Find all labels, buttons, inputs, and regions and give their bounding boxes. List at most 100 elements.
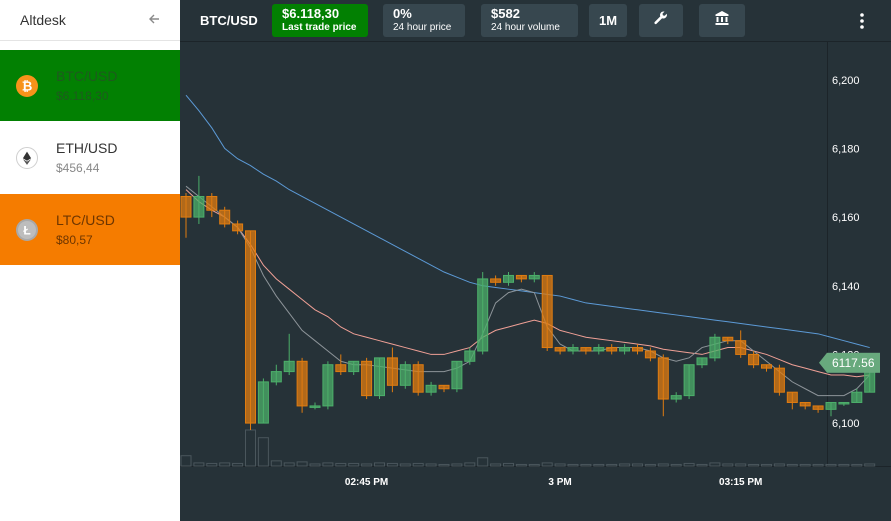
candle-body	[399, 364, 411, 386]
last-trade-price-value: $6.118,30	[282, 6, 340, 21]
volume-label: 24 hour volume	[491, 22, 560, 33]
candle-body	[786, 391, 798, 403]
volume-value: $582	[491, 6, 520, 21]
candle-body	[799, 401, 811, 407]
wrench-icon	[653, 10, 669, 31]
candle-body	[438, 384, 450, 390]
candle-body	[257, 381, 269, 424]
candle-body	[180, 195, 192, 218]
candle-body	[644, 350, 656, 359]
candle-body	[232, 223, 244, 232]
sidebar-item-price: $80,57	[56, 233, 93, 247]
candle-body	[580, 347, 592, 352]
chart-canvas[interactable]: 6,2006,1806,1606,1406,1206,10002:45 PM3 …	[180, 42, 891, 521]
candle-body	[219, 209, 231, 225]
sidebar-item-eth[interactable]: ETH/USD $456,44	[0, 122, 180, 193]
candle-body	[812, 405, 824, 410]
candle-body	[322, 364, 334, 407]
more-vertical-icon[interactable]	[852, 10, 872, 32]
sidebar-item-price: $456,44	[56, 161, 100, 175]
bitcoin-icon: ₿	[16, 74, 38, 97]
candle-body	[270, 371, 282, 383]
litecoin-icon: Ł	[16, 218, 38, 241]
price-change-value: 0%	[393, 6, 412, 21]
svg-text:Ł: Ł	[23, 223, 30, 237]
candle-body	[696, 357, 708, 366]
pair-title: BTC/USD	[200, 13, 258, 28]
candle-body	[761, 364, 772, 369]
app-window: Altdesk ₿ BTC/USD $6.118,30 ETH/USD $456…	[0, 0, 891, 521]
volume-box: $582 24 hour volume	[481, 4, 578, 37]
sidebar-item-price: $6.118,30	[56, 89, 109, 103]
y-tick-label: 6,180	[832, 143, 860, 155]
candle-body	[335, 364, 347, 373]
candle-body	[283, 360, 295, 373]
candle-body	[709, 336, 721, 359]
current-price-label: 6117.56	[832, 356, 875, 370]
candle-body	[206, 195, 218, 211]
last-trade-price-box: $6.118,30 Last trade price	[272, 4, 368, 37]
y-tick-label: 6,160	[832, 212, 860, 224]
candle-body	[773, 367, 785, 393]
ethereum-icon	[16, 146, 38, 169]
candle-body	[748, 353, 760, 366]
candle-body	[735, 340, 747, 355]
candle-body	[554, 347, 566, 352]
price-change-label: 24 hour price	[393, 22, 452, 33]
candle-body	[477, 278, 489, 352]
x-tick-label: 03:15 PM	[719, 477, 762, 488]
arrow-left-icon[interactable]	[148, 12, 160, 28]
sidebar-item-btc[interactable]: ₿ BTC/USD $6.118,30	[0, 50, 180, 121]
sidebar-item-pair: ETH/USD	[56, 140, 118, 156]
candle-body	[567, 347, 579, 352]
candle-body	[309, 405, 321, 408]
candle-body	[348, 360, 360, 373]
candle-body	[361, 360, 373, 397]
candle-body	[619, 347, 631, 352]
y-tick-label: 6,200	[832, 75, 860, 87]
candle-body	[851, 391, 863, 403]
x-tick-label: 02:45 PM	[345, 477, 388, 488]
candle-body	[515, 274, 527, 280]
sidebar-item-pair: LTC/USD	[56, 212, 115, 228]
exchange-button[interactable]	[699, 4, 745, 37]
candle-body	[296, 360, 308, 407]
candle-body	[245, 230, 256, 424]
candle-body	[503, 274, 514, 283]
candle-body	[490, 278, 502, 283]
x-tick-label: 3 PM	[548, 477, 571, 488]
tools-button[interactable]	[639, 4, 683, 37]
candle-body	[412, 364, 424, 393]
candle-body	[193, 195, 205, 218]
sidebar-item-ltc[interactable]: Ł LTC/USD $80,57	[0, 194, 180, 265]
candle-body	[386, 357, 398, 386]
interval-button[interactable]: 1M	[589, 4, 627, 37]
candle-body	[541, 274, 553, 349]
last-trade-price-label: Last trade price	[282, 22, 357, 33]
plot-area	[180, 42, 827, 466]
app-title: Altdesk	[20, 12, 66, 28]
candle-body	[606, 347, 618, 352]
candle-body	[722, 336, 734, 342]
y-tick-label: 6,100	[832, 418, 860, 430]
y-tick-label: 6,140	[832, 281, 860, 293]
candle-body	[374, 357, 385, 397]
candle-body	[464, 350, 476, 362]
candle-body	[632, 347, 643, 352]
sidebar: Altdesk ₿ BTC/USD $6.118,30 ETH/USD $456…	[0, 0, 180, 521]
top-bar: BTC/USD $6.118,30 Last trade price 0% 24…	[180, 0, 891, 42]
candle-body	[528, 274, 540, 280]
price-change-box: 0% 24 hour price	[383, 4, 465, 37]
sidebar-item-pair: BTC/USD	[56, 68, 118, 84]
candle-body	[683, 364, 695, 397]
candle-body	[657, 357, 669, 400]
candle-body	[593, 347, 605, 352]
interval-label: 1M	[598, 13, 618, 28]
bank-icon	[714, 10, 730, 31]
candle-body	[838, 401, 850, 405]
price-chart[interactable]: 6,2006,1806,1606,1406,1206,10002:45 PM3 …	[180, 42, 891, 521]
candle-body	[825, 401, 837, 410]
candle-body	[670, 395, 682, 400]
svg-text:₿: ₿	[22, 78, 33, 93]
sidebar-header: Altdesk	[0, 0, 180, 41]
